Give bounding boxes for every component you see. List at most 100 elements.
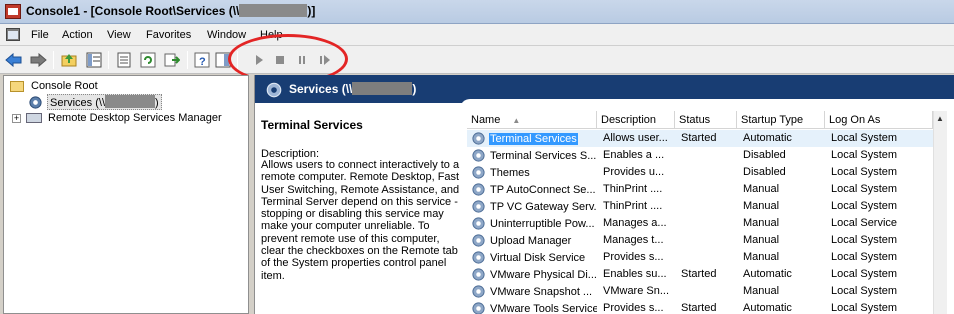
table-row[interactable]: TP AutoConnect Se... ThinPrint .... Manual… xyxy=(467,181,933,198)
menu-view[interactable]: View xyxy=(107,29,131,41)
column-status[interactable]: Status xyxy=(675,111,737,129)
vertical-scrollbar[interactable]: ▲ xyxy=(933,111,947,314)
service-logon-cell: Local System xyxy=(831,302,898,314)
service-name-cell: Virtual Disk Service xyxy=(471,249,597,266)
service-gear-icon xyxy=(472,166,485,179)
column-log-on-as[interactable]: Log On As xyxy=(825,111,933,129)
service-name: Terminal Services xyxy=(489,132,578,145)
table-row[interactable]: Upload Manager Manages t... Manual Local Sy… xyxy=(467,232,933,249)
selected-service-title: Terminal Services xyxy=(261,118,363,132)
service-startup-cell: Automatic xyxy=(743,132,792,144)
refresh-icon[interactable] xyxy=(139,51,157,69)
menu-action[interactable]: Action xyxy=(62,29,93,41)
menu-window[interactable]: Window xyxy=(207,29,246,41)
title-bar: Console1 - [Console Root\Services (\\)] xyxy=(0,0,954,24)
service-description-cell: Provides s... xyxy=(603,302,664,314)
service-description-cell: Provides s... xyxy=(603,251,664,263)
tree-item-label: Console Root xyxy=(31,80,98,92)
service-gear-icon xyxy=(472,183,485,196)
details-header-prefix: Services (\\ xyxy=(289,82,353,96)
service-logon-cell: Local System xyxy=(831,268,898,280)
service-gear-icon xyxy=(472,268,485,281)
details-header-suffix: ) xyxy=(412,82,417,96)
service-name-cell: Terminal Services xyxy=(471,130,597,147)
column-description[interactable]: Description xyxy=(597,111,675,129)
toolbar: ? xyxy=(0,46,954,74)
console-menu-icon[interactable] xyxy=(6,28,20,41)
table-row[interactable]: Terminal Services S... Enables a ... Disab… xyxy=(467,147,933,164)
service-logon-cell: Local System xyxy=(831,251,898,263)
folder-icon xyxy=(10,80,24,92)
table-row[interactable]: VMware Snapshot ... VMware Sn... Manual Loc… xyxy=(467,283,933,300)
export-list-icon[interactable] xyxy=(163,51,181,69)
show-hide-tree-icon[interactable] xyxy=(85,51,103,69)
rds-manager-icon xyxy=(26,113,42,123)
service-logon-cell: Local System xyxy=(831,166,898,178)
service-startup-cell: Disabled xyxy=(743,149,786,161)
service-logon-cell: Local System xyxy=(831,285,898,297)
forward-icon[interactable] xyxy=(29,51,47,69)
service-name: Uninterruptible Pow... xyxy=(490,217,595,230)
scroll-up-icon[interactable]: ▲ xyxy=(936,114,944,123)
table-row[interactable]: Uninterruptible Pow... Manages a... Manual… xyxy=(467,215,933,232)
service-gear-icon xyxy=(472,200,485,213)
table-row[interactable]: VMware Tools Service Provides s... Started… xyxy=(467,300,933,314)
service-gear-icon xyxy=(472,132,485,145)
service-name-cell: VMware Snapshot ... xyxy=(471,283,597,300)
table-row[interactable]: VMware Physical Di... Enables su... Starte… xyxy=(467,266,933,283)
window-title: Console1 - [Console Root\Services (\\)] xyxy=(26,4,315,18)
service-logon-cell: Local System xyxy=(831,132,898,144)
console-app-icon[interactable] xyxy=(5,4,21,19)
service-logon-cell: Local System xyxy=(831,200,898,212)
services-gear-icon xyxy=(29,95,42,109)
service-description-cell: Allows user... xyxy=(603,132,668,144)
table-row[interactable]: Terminal Services Allows user... Started Au… xyxy=(467,130,933,147)
column-startup-type[interactable]: Startup Type xyxy=(737,111,825,129)
service-startup-cell: Manual xyxy=(743,285,780,297)
services-list: Name ▲ Description Status Startup Type Lo… xyxy=(467,111,947,314)
service-name-cell: VMware Tools Service xyxy=(471,300,597,314)
service-name: TP AutoConnect Se... xyxy=(490,183,596,196)
column-name[interactable]: Name ▲ xyxy=(467,111,597,129)
redacted-server-name xyxy=(239,4,308,17)
tree-item-console-root[interactable]: Console Root xyxy=(10,78,100,94)
service-name: Themes xyxy=(490,166,530,179)
services-gear-icon xyxy=(266,82,282,98)
service-name-cell: Themes xyxy=(471,164,597,181)
service-description-cell: ThinPrint .... xyxy=(603,183,663,195)
window-title-prefix: Console1 - [Console Root\Services (\\ xyxy=(26,4,240,18)
service-name-cell: Terminal Services S... xyxy=(471,147,597,164)
service-name: Terminal Services S... xyxy=(490,149,597,162)
service-description-cell: Enables a ... xyxy=(603,149,665,161)
menu-bar: File Action View Favorites Window Help xyxy=(0,24,954,46)
service-startup-cell: Manual xyxy=(743,234,780,246)
service-logon-cell: Local System xyxy=(831,234,898,246)
up-folder-icon[interactable] xyxy=(60,51,78,69)
properties-icon[interactable] xyxy=(115,51,133,69)
window-title-suffix: )] xyxy=(307,4,316,18)
service-description: Allows users to connect interactively to… xyxy=(261,159,460,282)
service-status-cell: Started xyxy=(681,302,717,314)
details-header-title: Services (\\) xyxy=(289,82,416,96)
table-row[interactable]: Themes Provides u... Disabled Local System xyxy=(467,164,933,181)
menu-favorites[interactable]: Favorites xyxy=(146,29,191,41)
redacted-server-name xyxy=(352,82,413,95)
expand-icon[interactable]: + xyxy=(12,113,21,123)
service-gear-icon xyxy=(472,302,485,314)
service-gear-icon xyxy=(472,251,485,264)
table-row[interactable]: Virtual Disk Service Provides s... Manual L… xyxy=(467,249,933,266)
service-startup-cell: Manual xyxy=(743,217,780,229)
tree-item-label-suffix: ) xyxy=(155,97,159,109)
back-icon[interactable] xyxy=(5,51,23,69)
table-row[interactable]: TP VC Gateway Serv... ThinPrint .... Manua… xyxy=(467,198,933,215)
service-name-cell: TP VC Gateway Serv... xyxy=(471,198,597,215)
service-description-cell: ThinPrint .... xyxy=(603,200,663,212)
menu-file[interactable]: File xyxy=(31,29,49,41)
service-logon-cell: Local Service xyxy=(831,217,898,229)
help-icon[interactable]: ? xyxy=(193,51,211,69)
service-status-cell: Started xyxy=(681,268,717,280)
tree-item-rds-manager[interactable]: + Remote Desktop Services Manager xyxy=(12,110,224,126)
column-name-label: Name xyxy=(471,114,501,126)
service-gear-icon xyxy=(472,234,485,247)
tree-item-services[interactable]: Services (\\) xyxy=(28,94,162,110)
